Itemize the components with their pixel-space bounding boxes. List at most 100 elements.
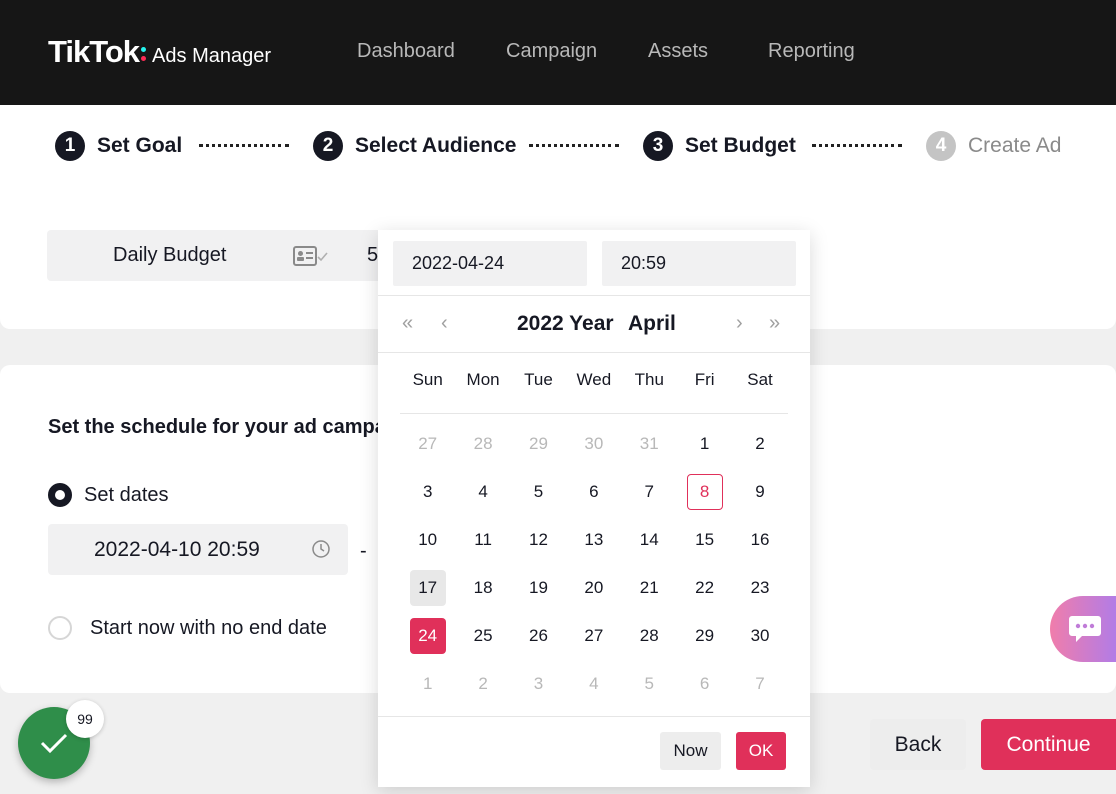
calendar-day[interactable]: 12 (511, 522, 566, 558)
picker-month-label[interactable]: April (628, 312, 676, 336)
calendar-day[interactable]: 6 (677, 666, 732, 702)
calendar-day-number: 30 (750, 626, 770, 645)
date-picker-popup: 2022-04-24 20:59 « ‹ 2022 Year April › »… (378, 230, 810, 787)
picker-divider (378, 295, 810, 296)
calendar-week-row: 27 28 29 30 31 1 2 (400, 420, 788, 468)
calendar-day[interactable]: 30 (732, 618, 787, 654)
calendar-day[interactable]: 3 (511, 666, 566, 702)
calendar-day[interactable]: 16 (732, 522, 787, 558)
picker-now-button[interactable]: Now (660, 732, 721, 770)
calendar-day[interactable]: 30 (566, 426, 621, 462)
calendar-day[interactable]: 7 (732, 666, 787, 702)
calendar-day-number: 8 (686, 474, 723, 510)
set-dates-radio[interactable] (48, 483, 72, 507)
calendar-day-number: 17 (409, 570, 446, 606)
id-card-check-icon (293, 246, 329, 271)
calendar-day[interactable]: 25 (455, 618, 510, 654)
calendar-day[interactable]: 2 (455, 666, 510, 702)
step-set-goal: 1 Set Goal (55, 131, 182, 161)
clock-icon (311, 539, 331, 564)
nav-dashboard[interactable]: Dashboard (357, 40, 455, 63)
set-dates-label[interactable]: Set dates (84, 484, 169, 507)
step-create-ad: 4 Create Ad (926, 131, 1061, 161)
calendar-day[interactable]: 11 (455, 522, 510, 558)
calendar-day[interactable]: 27 (400, 426, 455, 462)
calendar-day[interactable]: 17 (400, 570, 455, 606)
calendar-day[interactable]: 7 (622, 474, 677, 510)
no-end-date-radio[interactable] (48, 616, 72, 640)
calendar-day[interactable]: 29 (677, 618, 732, 654)
next-month-icon[interactable]: › (736, 312, 743, 335)
calendar-day[interactable]: 1 (677, 426, 732, 462)
calendar-day-grid: 27 28 29 30 31 1 2 3 4 5 6 7 8 9 10 11 12 13 14 15 16 17 18 19 2… (400, 420, 788, 708)
calendar-day[interactable]: 9 (732, 474, 787, 510)
calendar-day-number: 27 (584, 626, 604, 645)
picker-ok-button[interactable]: OK (736, 732, 786, 770)
calendar-day[interactable]: 20 (566, 570, 621, 606)
step-number: 4 (926, 131, 956, 161)
calendar-day[interactable]: 22 (677, 570, 732, 606)
calendar-week-row: 24 25 26 27 28 29 30 (400, 612, 788, 660)
calendar-day-number: 1 (422, 674, 433, 693)
budget-amount[interactable]: 5 (367, 244, 378, 267)
nav-campaign[interactable]: Campaign (506, 40, 597, 63)
tiktok-ads-manager-logo[interactable]: TikTok Ads Manager (48, 34, 271, 70)
nav-assets[interactable]: Assets (648, 40, 708, 63)
calendar-day-number: 4 (478, 482, 488, 501)
calendar-day[interactable]: 6 (566, 474, 621, 510)
calendar-day[interactable]: 13 (566, 522, 621, 558)
calendar-day[interactable]: 10 (400, 522, 455, 558)
budget-field[interactable]: Daily Budget 5 (47, 230, 387, 281)
step-label: Select Audience (355, 134, 517, 157)
calendar-day-number: 6 (589, 482, 599, 501)
weekday-label: Thu (634, 370, 664, 389)
chat-support-button[interactable] (1050, 596, 1116, 662)
calendar-day-number: 7 (644, 482, 654, 501)
calendar-week-row: 10 11 12 13 14 15 16 (400, 516, 788, 564)
calendar-day-number: 21 (639, 578, 659, 597)
calendar-day[interactable]: 28 (455, 426, 510, 462)
start-datetime-field[interactable]: 2022-04-10 20:59 (48, 524, 348, 575)
calendar-day[interactable]: 15 (677, 522, 732, 558)
calendar-day[interactable]: 3 (400, 474, 455, 510)
calendar-day[interactable]: 31 (622, 426, 677, 462)
calendar-day-today[interactable]: 8 (677, 474, 732, 510)
calendar-day[interactable]: 26 (511, 618, 566, 654)
calendar-day[interactable]: 27 (566, 618, 621, 654)
calendar-day[interactable]: 28 (622, 618, 677, 654)
prev-month-icon[interactable]: ‹ (441, 312, 448, 335)
calendar-day[interactable]: 14 (622, 522, 677, 558)
calendar-week-row: 3 4 5 6 7 8 9 (400, 468, 788, 516)
nav-reporting[interactable]: Reporting (768, 40, 855, 63)
picker-year-label[interactable]: 2022 Year (517, 312, 614, 336)
picker-date-input[interactable]: 2022-04-24 (393, 241, 587, 286)
calendar-day[interactable]: 4 (566, 666, 621, 702)
calendar-day[interactable]: 5 (511, 474, 566, 510)
back-button[interactable]: Back (870, 719, 966, 770)
calendar-day-number: 6 (699, 674, 710, 693)
weekday-label: Tue (524, 370, 553, 389)
calendar-day-number: 23 (750, 578, 770, 597)
step-connector (529, 144, 619, 147)
calendar-day-number: 29 (529, 434, 548, 453)
calendar-day[interactable]: 21 (622, 570, 677, 606)
calendar-day[interactable]: 29 (511, 426, 566, 462)
calendar-day[interactable]: 2 (732, 426, 787, 462)
calendar-day[interactable]: 4 (455, 474, 510, 510)
weekday-label: Wed (576, 370, 612, 389)
calendar-day[interactable]: 5 (622, 666, 677, 702)
calendar-day[interactable]: 19 (511, 570, 566, 606)
continue-button[interactable]: Continue (981, 719, 1116, 770)
no-end-date-label[interactable]: Start now with no end date (90, 617, 327, 640)
step-label: Set Budget (685, 134, 796, 157)
calendar-day-number: 3 (422, 482, 433, 501)
calendar-day[interactable]: 23 (732, 570, 787, 606)
step-label: Create Ad (968, 134, 1062, 157)
calendar-day[interactable]: 18 (455, 570, 510, 606)
calendar-day[interactable]: 1 (400, 666, 455, 702)
prev-year-icon[interactable]: « (402, 312, 413, 335)
next-year-icon[interactable]: » (769, 312, 780, 335)
calendar-day-number: 18 (473, 578, 493, 597)
picker-time-input[interactable]: 20:59 (602, 241, 796, 286)
calendar-day-selected[interactable]: 24 (400, 618, 455, 654)
